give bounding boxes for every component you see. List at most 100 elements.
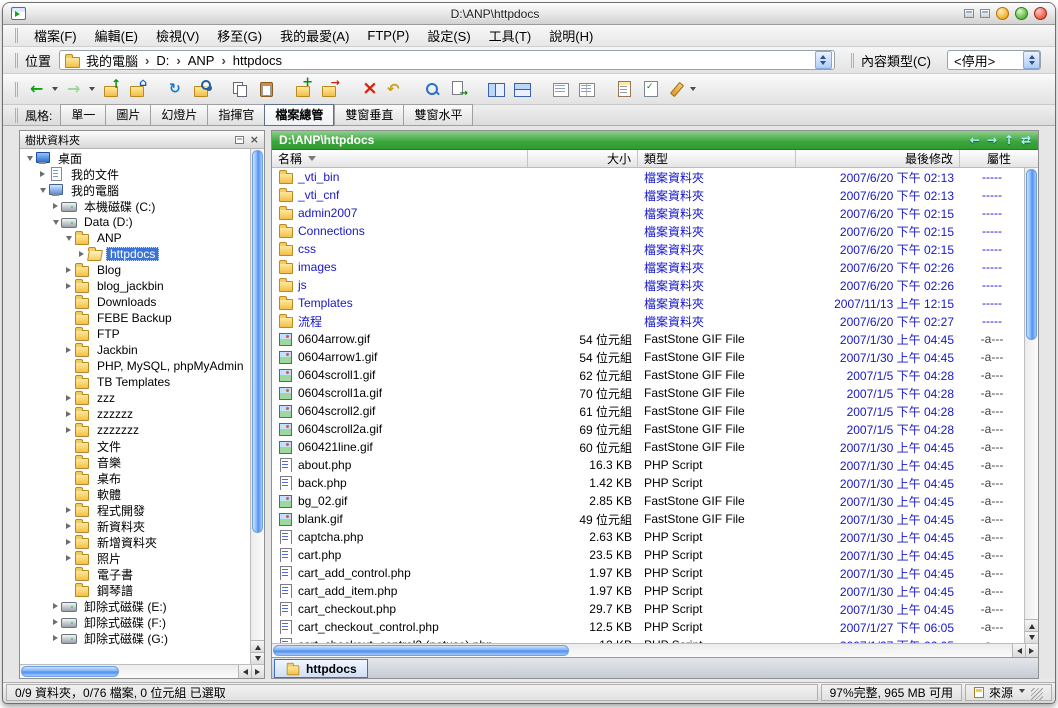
expand-arrow-icon[interactable]	[63, 347, 74, 353]
edit-dropdown-icon[interactable]	[689, 77, 700, 101]
file-row[interactable]: Templates 檔案資料夾 2007/11/13 上午 12:15 ----…	[272, 294, 1024, 312]
column-header-size[interactable]: 大小	[528, 150, 638, 167]
content-type-select[interactable]: <停用>	[947, 50, 1041, 70]
scroll-left-button[interactable]	[238, 665, 251, 678]
resize-grip[interactable]	[1031, 688, 1043, 700]
refresh-button-icon[interactable]	[163, 77, 189, 101]
tree-horizontal-scrollbar[interactable]	[20, 664, 264, 678]
tree-item[interactable]: 鋼琴譜	[20, 582, 250, 598]
file-horizontal-scrollbar[interactable]	[272, 643, 1038, 657]
nav-back-icon[interactable]: ←	[970, 134, 980, 146]
toolbar-grip[interactable]	[851, 53, 854, 68]
tree-item[interactable]: 卸除式磁碟 (G:)	[20, 630, 250, 646]
tree-item[interactable]: zzz	[20, 390, 250, 406]
toolbar-grip[interactable]	[15, 53, 18, 68]
file-row[interactable]: 流程 檔案資料夾 2007/6/20 下午 02:27 -----	[272, 312, 1024, 330]
menu-item[interactable]: 我的最愛(A)	[271, 24, 358, 47]
up-button-icon[interactable]	[99, 77, 125, 101]
file-row[interactable]: captcha.php 2.63 KB PHP Script 2007/1/30…	[272, 528, 1024, 546]
file-row[interactable]: cart_add_control.php 1.97 KB PHP Script …	[272, 564, 1024, 582]
nav-swap-icon[interactable]: ⇄	[1021, 134, 1031, 146]
expand-arrow-icon[interactable]	[63, 411, 74, 417]
file-row[interactable]: cart_checkout.php 29.7 KB PHP Script 200…	[272, 600, 1024, 618]
tree-item[interactable]: PHP, MySQL, phpMyAdmin	[20, 358, 250, 374]
style-tab[interactable]: 圖片	[105, 104, 150, 126]
delete-button-icon[interactable]	[355, 77, 381, 101]
expand-arrow-icon[interactable]	[76, 251, 87, 257]
menu-item[interactable]: 說明(H)	[540, 24, 602, 47]
tree-item[interactable]: 卸除式磁碟 (E:)	[20, 598, 250, 614]
scroll-left-button[interactable]	[1012, 644, 1025, 657]
expand-arrow-icon[interactable]	[63, 507, 74, 513]
expand-arrow-icon[interactable]	[50, 603, 61, 609]
tree-item[interactable]: Jackbin	[20, 342, 250, 358]
content-type-stepper[interactable]	[1023, 51, 1040, 69]
column-header-modified[interactable]: 最後修改	[796, 150, 960, 167]
menu-item[interactable]: 檢視(V)	[147, 24, 208, 47]
breadcrumb-item[interactable]: httpdocs	[214, 53, 282, 68]
close-button[interactable]	[1034, 7, 1047, 20]
file-row[interactable]: Connections 檔案資料夾 2007/6/20 下午 02:15 ---…	[272, 222, 1024, 240]
path-stepper[interactable]	[815, 51, 832, 69]
tree-item[interactable]: 桌面	[20, 150, 250, 166]
tree-item[interactable]: zzzzzz	[20, 406, 250, 422]
file-row[interactable]: _vti_cnf 檔案資料夾 2007/6/20 下午 02:13 -----	[272, 186, 1024, 204]
back-history-dropdown-icon[interactable]	[51, 77, 62, 101]
expand-arrow-icon[interactable]	[50, 619, 61, 625]
scrollbar-thumb[interactable]	[273, 645, 569, 656]
column-header-attributes[interactable]: 屬性	[960, 150, 1038, 167]
expand-arrow-icon[interactable]	[63, 523, 74, 529]
tree-item[interactable]: 本機磁碟 (C:)	[20, 198, 250, 214]
tree-vertical-scrollbar[interactable]	[250, 149, 264, 664]
float-pane-icon[interactable]	[235, 136, 244, 144]
home-button-icon[interactable]	[125, 77, 151, 101]
breadcrumb-item[interactable]: 我的電腦	[86, 51, 138, 70]
forward-button-icon[interactable]	[62, 77, 88, 101]
close-pane-icon[interactable]: ×	[250, 134, 259, 145]
tree-item[interactable]: FTP	[20, 326, 250, 342]
tree-item[interactable]: Blog	[20, 262, 250, 278]
tree-item[interactable]: 桌布	[20, 470, 250, 486]
file-row[interactable]: cart_checkout_control2 (notuse).php 12 K…	[272, 636, 1024, 643]
breadcrumb[interactable]: 我的電腦D:ANPhttpdocs	[59, 50, 835, 70]
tree-item[interactable]: 軟體	[20, 486, 250, 502]
tree-item[interactable]: TB Templates	[20, 374, 250, 390]
stay-on-top-icon[interactable]	[964, 9, 974, 18]
file-row[interactable]: 0604arrow.gif 54 位元組 FastStone GIF File …	[272, 330, 1024, 348]
file-vertical-scrollbar[interactable]	[1024, 168, 1038, 643]
file-row[interactable]: about.php 16.3 KB PHP Script 2007/1/30 上…	[272, 456, 1024, 474]
scroll-right-button[interactable]	[251, 665, 264, 678]
tree-item[interactable]: httpdocs	[20, 246, 250, 262]
menu-item[interactable]: FTP(P)	[358, 26, 418, 45]
file-row[interactable]: images 檔案資料夾 2007/6/20 下午 02:26 -----	[272, 258, 1024, 276]
expand-arrow-icon[interactable]	[63, 555, 74, 561]
expand-arrow-icon[interactable]	[50, 217, 61, 228]
expand-arrow-icon[interactable]	[63, 395, 74, 401]
scroll-up-button[interactable]	[1025, 619, 1038, 631]
edit-button-icon[interactable]	[663, 77, 689, 101]
scroll-right-button[interactable]	[1025, 644, 1038, 657]
minimize-button[interactable]	[996, 7, 1009, 20]
style-tab[interactable]: 幻燈片	[150, 104, 207, 126]
tree-item[interactable]: 卸除式磁碟 (F:)	[20, 614, 250, 630]
tree-item[interactable]: 音樂	[20, 454, 250, 470]
expand-arrow-icon[interactable]	[63, 283, 74, 289]
folder-find-button-icon[interactable]	[189, 77, 215, 101]
maximize-button[interactable]	[1015, 7, 1028, 20]
scroll-down-button[interactable]	[1025, 631, 1038, 643]
tree-item[interactable]: Downloads	[20, 294, 250, 310]
expand-arrow-icon[interactable]	[63, 233, 74, 244]
back-button-icon[interactable]	[25, 77, 51, 101]
checklist-button-icon[interactable]	[637, 77, 663, 101]
list-view-button-icon[interactable]	[573, 77, 599, 101]
menu-item[interactable]: 工具(T)	[480, 24, 541, 47]
file-row[interactable]: 0604scroll2.gif 61 位元組 FastStone GIF Fil…	[272, 402, 1024, 420]
file-row[interactable]: bg_02.gif 2.85 KB FastStone GIF File 200…	[272, 492, 1024, 510]
file-row[interactable]: 0604scroll1.gif 62 位元組 FastStone GIF Fil…	[272, 366, 1024, 384]
expand-arrow-icon[interactable]	[37, 171, 48, 177]
menu-item[interactable]: 設定(S)	[418, 24, 479, 47]
details-view-button-icon[interactable]	[547, 77, 573, 101]
column-header-name[interactable]: 名稱	[272, 150, 528, 167]
file-row[interactable]: blank.gif 49 位元組 FastStone GIF File 2007…	[272, 510, 1024, 528]
file-row[interactable]: js 檔案資料夾 2007/6/20 下午 02:26 -----	[272, 276, 1024, 294]
